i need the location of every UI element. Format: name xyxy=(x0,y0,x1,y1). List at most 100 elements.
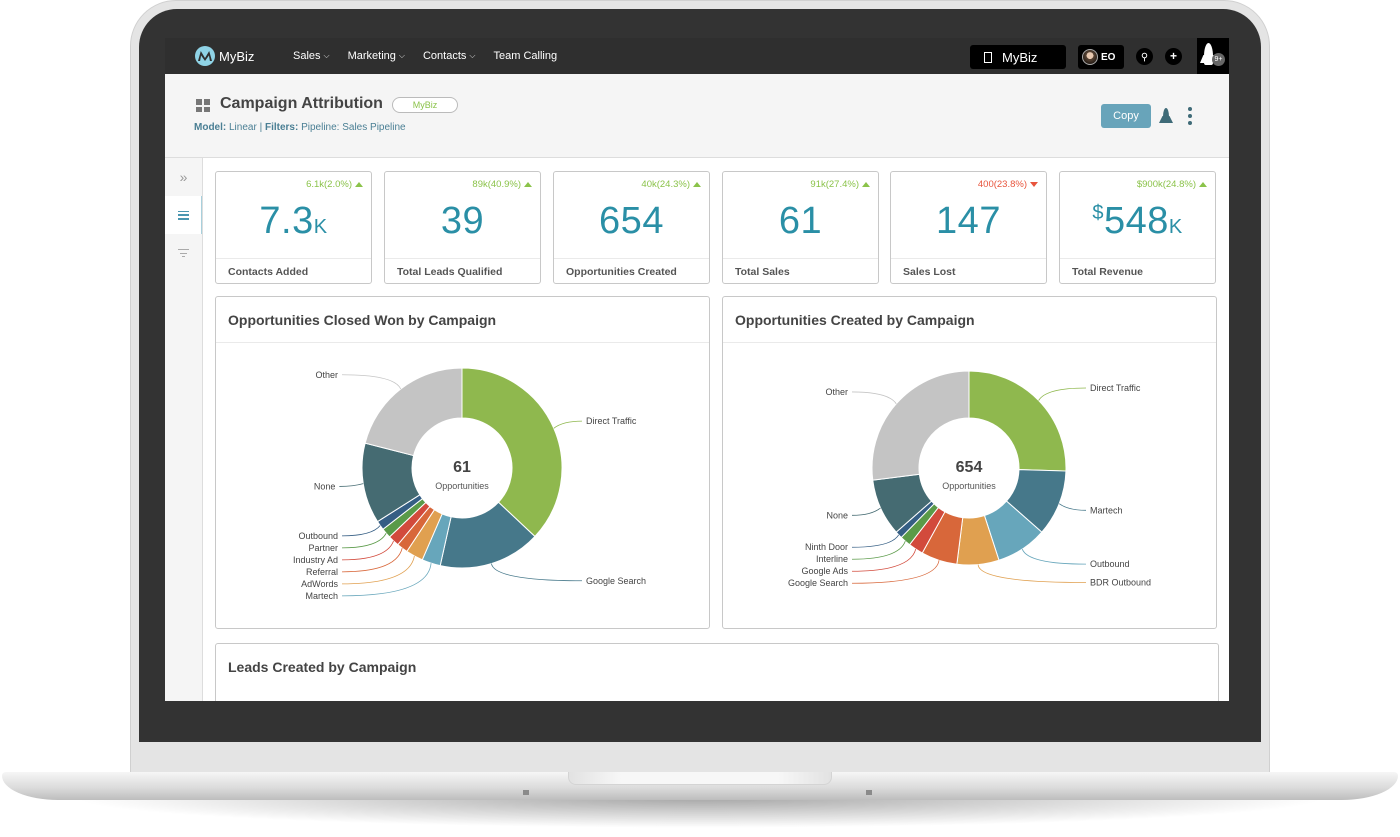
trend-up-icon xyxy=(355,182,363,187)
trend-up-icon xyxy=(1199,182,1207,187)
kpi-card[interactable]: 89k(40.9%) 39 Total Leads Qualified xyxy=(384,171,541,284)
plus-icon: + xyxy=(1169,49,1177,63)
kpi-value: 61 xyxy=(723,200,878,243)
kpi-label: Total Leads Qualified xyxy=(397,266,503,278)
slice-label: Interline xyxy=(816,554,848,564)
kpi-number: 147 xyxy=(936,200,1001,242)
dashboard-grid-icon xyxy=(196,99,210,112)
nav-item-label: Marketing xyxy=(347,50,396,62)
kpi-delta-text: $900k(24.8%) xyxy=(1136,179,1196,190)
label-leader-line xyxy=(851,548,917,572)
slice-label: Other xyxy=(825,387,848,397)
slice-label: Google Search xyxy=(586,576,646,586)
user-menu[interactable]: EO xyxy=(1078,45,1124,69)
kpi-delta-text: 91k(27.4%) xyxy=(810,179,859,190)
kpi-delta: 400(23.8%) xyxy=(978,179,1038,190)
kpi-card[interactable]: 400(23.8%) 147 Sales Lost xyxy=(890,171,1047,284)
kpi-number: 61 xyxy=(778,200,823,242)
kpi-number: 39 xyxy=(440,200,485,242)
kpi-delta: 6.1k(2.0%) xyxy=(306,179,363,190)
kpi-card[interactable]: 91k(27.4%) 61 Total Sales xyxy=(722,171,879,284)
label-leader-line xyxy=(553,420,583,429)
donut-center-label: Opportunities xyxy=(435,481,489,491)
kpi-prefix: $ xyxy=(1092,202,1104,224)
page-title: Campaign Attribution xyxy=(220,95,383,112)
kpi-card[interactable]: 40k(24.3%) 654 Opportunities Created xyxy=(553,171,710,284)
nav-item-label: Contacts xyxy=(422,50,467,62)
kpi-delta-text: 89k(40.9%) xyxy=(472,179,521,190)
filters-value[interactable]: Pipeline: Sales Pipeline xyxy=(301,122,406,133)
model-value[interactable]: Linear xyxy=(229,122,257,133)
main-menu: Sales ⌵ Marketing ⌵ Contacts ⌵ Team Calling xyxy=(293,38,557,74)
slice-label: None xyxy=(314,481,336,491)
filter-button[interactable] xyxy=(165,234,202,272)
slice-label: Direct Traffic xyxy=(1090,383,1141,393)
nav-item-marketing[interactable]: Marketing ⌵ xyxy=(348,50,405,62)
user-initials: EO xyxy=(1101,51,1116,63)
label-leader-line xyxy=(851,534,900,548)
filters-label: Filters: xyxy=(264,122,299,133)
divider xyxy=(891,258,1046,259)
divider xyxy=(216,258,371,259)
slice-label: Direct Traffic xyxy=(586,416,637,426)
divider xyxy=(723,258,878,259)
divider xyxy=(1060,258,1215,259)
kpi-value: 654 xyxy=(554,200,709,243)
chart-card-created: Opportunities Created by Campaign Direct… xyxy=(722,296,1217,629)
pie-slice-other[interactable] xyxy=(364,367,463,457)
chevrons-right-icon: » xyxy=(179,169,188,185)
label-leader-line xyxy=(851,391,897,405)
kpi-unit: K xyxy=(313,216,328,238)
notifications-button[interactable]: 9+ xyxy=(1197,38,1229,74)
laptop-foot xyxy=(523,790,529,795)
slice-label: Outbound xyxy=(1090,559,1130,569)
kpi-delta: 89k(40.9%) xyxy=(472,179,532,190)
pie-slice-direct-traffic[interactable] xyxy=(461,367,563,538)
laptop-foot xyxy=(866,790,872,795)
laptop-mockup: MyBiz Sales ⌵ Marketing ⌵ Contacts ⌵ Team C… xyxy=(0,0,1400,837)
org-switcher[interactable]: MyBiz xyxy=(970,45,1066,69)
chart-card-closed-won: Opportunities Closed Won by Campaign Dir… xyxy=(215,296,710,629)
add-button[interactable]: + xyxy=(1165,48,1182,65)
kpi-card[interactable]: $900k(24.8%) $548K Total Revenue xyxy=(1059,171,1216,284)
slice-label: Martech xyxy=(1090,505,1123,515)
building-icon xyxy=(984,51,992,63)
notification-badge: 9+ xyxy=(1212,53,1225,66)
card-title: Opportunities Closed Won by Campaign xyxy=(228,312,497,328)
kpi-label: Sales Lost xyxy=(903,266,956,278)
label-leader-line xyxy=(341,555,415,585)
label-leader-line xyxy=(977,564,1087,583)
pie-slice-direct-traffic[interactable] xyxy=(968,370,1067,472)
kpi-value: 147 xyxy=(891,200,1046,243)
nav-item-label: Sales xyxy=(293,50,321,62)
pie-slice-other[interactable] xyxy=(871,370,970,481)
kpi-number: 548 xyxy=(1103,200,1169,242)
rocket-icon[interactable] xyxy=(1161,108,1171,124)
donut-center-value: 61 xyxy=(453,459,471,476)
label-leader-line xyxy=(1021,548,1087,565)
side-panel: » xyxy=(165,158,203,701)
copy-button[interactable]: Copy xyxy=(1101,104,1151,128)
laptop-shadow xyxy=(70,798,1330,828)
nav-item-contacts[interactable]: Contacts ⌵ xyxy=(423,50,476,62)
kpi-delta-text: 40k(24.3%) xyxy=(641,179,690,190)
app-logo[interactable]: MyBiz xyxy=(195,46,254,66)
card-title: Opportunities Created by Campaign xyxy=(735,312,975,328)
search-button[interactable]: ⚲ xyxy=(1136,48,1153,65)
top-nav: MyBiz Sales ⌵ Marketing ⌵ Contacts ⌵ Team C… xyxy=(165,38,1229,74)
nav-item-team-calling[interactable]: Team Calling xyxy=(493,50,557,62)
expand-sidebar-button[interactable]: » xyxy=(165,158,202,196)
more-options-icon[interactable] xyxy=(1187,107,1193,125)
label-leader-line xyxy=(339,483,364,487)
kpi-delta-text: 400(23.8%) xyxy=(977,179,1027,190)
label-leader-line xyxy=(851,560,940,584)
kpi-card[interactable]: 6.1k(2.0%) 7.3K Contacts Added xyxy=(215,171,372,284)
slice-label: Ninth Door xyxy=(805,542,848,552)
slice-label: Industry Ad xyxy=(293,555,338,565)
list-view-button[interactable] xyxy=(165,196,202,234)
kpi-delta: 40k(24.3%) xyxy=(641,179,701,190)
label-leader-line xyxy=(851,507,881,516)
kpi-delta-text: 6.1k(2.0%) xyxy=(306,179,352,190)
slice-label: Other xyxy=(315,370,338,380)
nav-item-sales[interactable]: Sales ⌵ xyxy=(293,50,330,62)
